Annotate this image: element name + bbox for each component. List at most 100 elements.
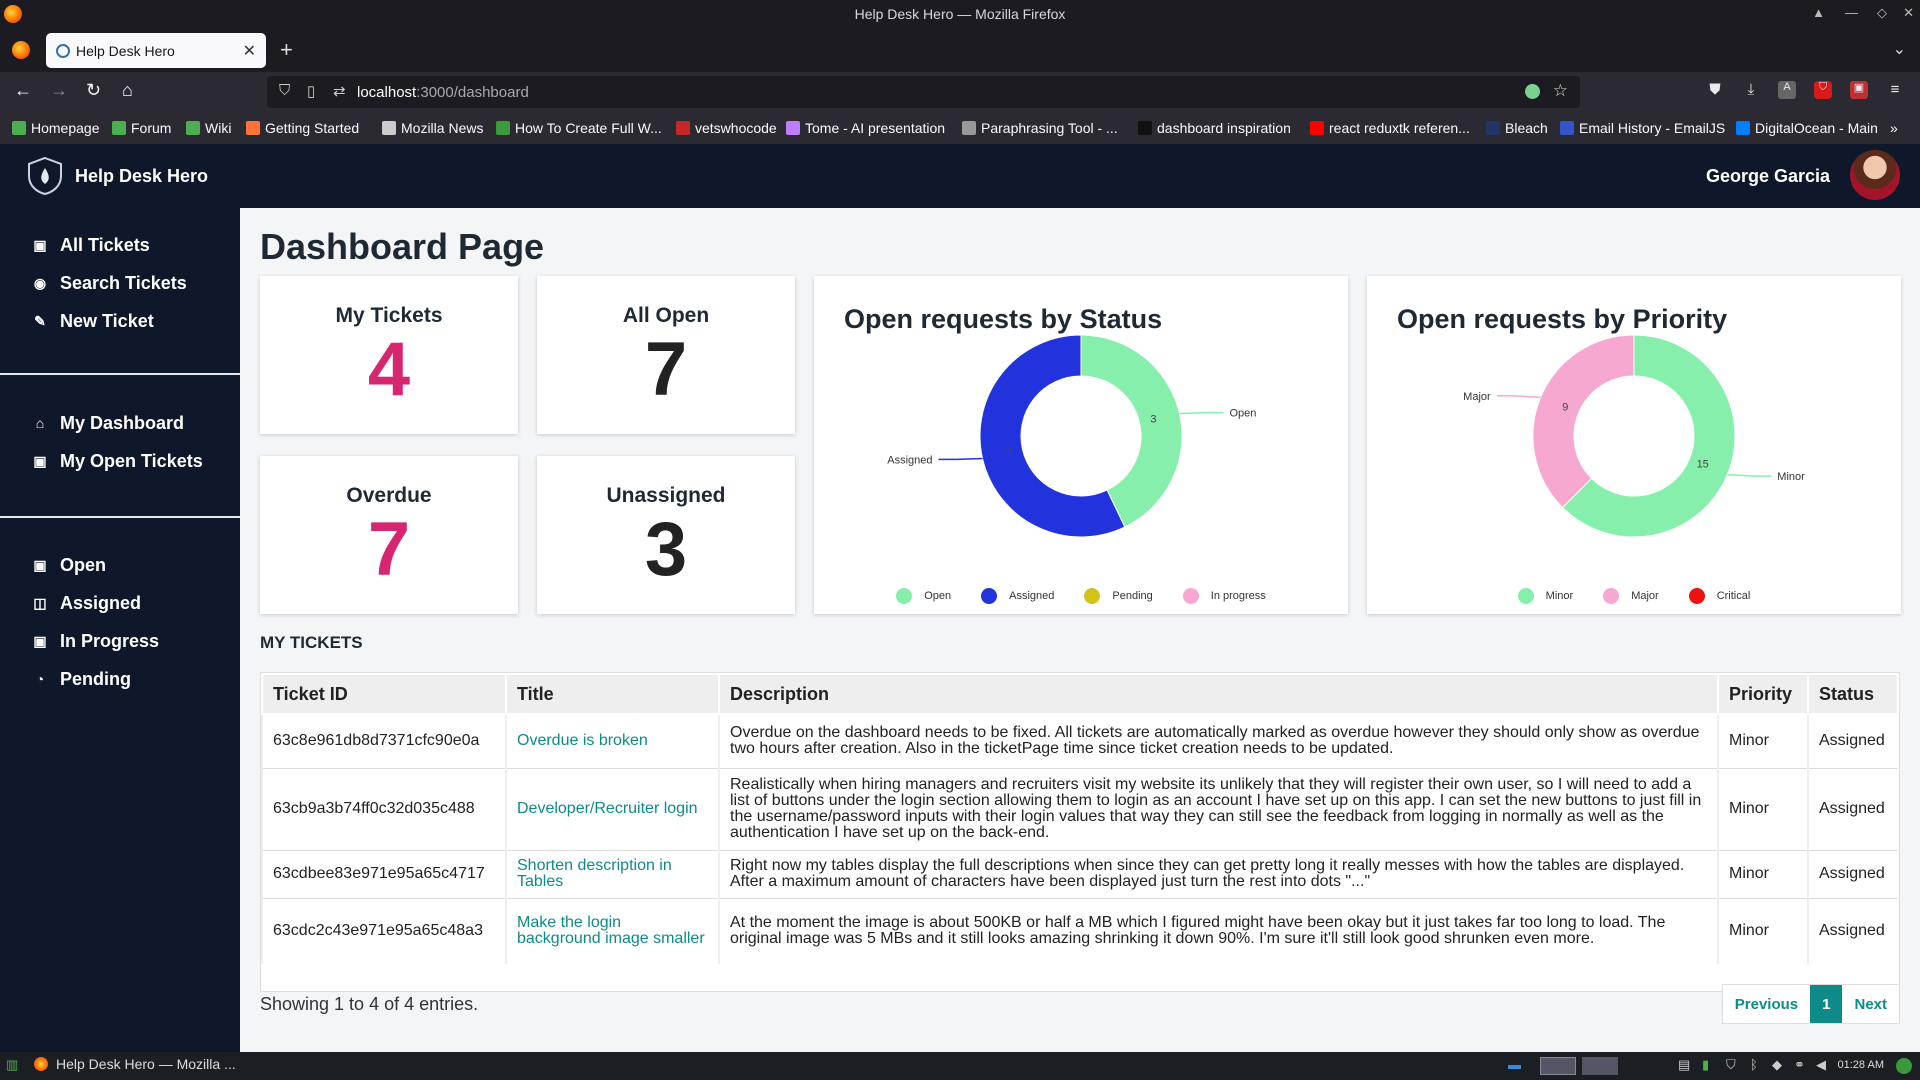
legend-item[interactable]: Assigned <box>981 588 1054 604</box>
sidebar-divider <box>0 373 240 375</box>
sidebar-item-open[interactable]: ▣ Open <box>0 546 240 584</box>
bookmark-item[interactable]: How To Create Full W... <box>496 120 662 136</box>
workspace-1-icon[interactable] <box>1540 1057 1576 1075</box>
table-row[interactable]: 63cdc2c43e971e95a65c48a3 Make the login b… <box>261 897 1898 964</box>
clock[interactable]: 01:28 AM <box>1838 1059 1884 1071</box>
sidebar-item-new-ticket[interactable]: ✎ New Ticket <box>0 302 240 340</box>
page-icon[interactable]: ▯ <box>307 82 315 100</box>
battery-icon[interactable]: ▮ <box>1702 1057 1709 1073</box>
legend-item[interactable]: Critical <box>1688 588 1750 604</box>
bookmark-item[interactable]: Tome - AI presentation <box>786 120 945 136</box>
legend-item[interactable]: In progress <box>1182 588 1266 604</box>
bookmark-favicon-icon <box>1486 121 1500 135</box>
user-name[interactable]: George Garcia <box>1706 166 1830 187</box>
bookmark-item[interactable]: Getting Started <box>246 120 359 136</box>
start-menu-icon[interactable]: ▥ <box>6 1057 18 1073</box>
more-bookmarks-icon[interactable]: » <box>1890 120 1898 136</box>
ticket-title-link[interactable]: Shorten description in Tables <box>505 849 719 898</box>
legend-item[interactable]: Major <box>1603 588 1659 604</box>
home-browser-icon[interactable]: ⌂ <box>122 80 133 101</box>
sidebar-item-assigned[interactable]: ◫ Assigned <box>0 584 240 622</box>
new-tab-icon[interactable]: + <box>280 37 293 63</box>
list-tabs-icon[interactable]: ⌄ <box>1893 39 1906 59</box>
sidebar-item-in-progress[interactable]: ▣ In Progress <box>0 622 240 660</box>
notes-icon[interactable]: ▤ <box>1678 1057 1690 1073</box>
bookmark-item[interactable]: Email History - EmailJS <box>1560 120 1725 136</box>
next-page-button[interactable]: Next <box>1842 985 1899 1023</box>
sidebar-item-my-dashboard[interactable]: ⌂ My Dashboard <box>0 404 240 442</box>
bookmark-item[interactable]: react reduxtk referen... <box>1310 120 1470 136</box>
stat-card-unassigned[interactable]: Unassigned 3 <box>537 456 795 614</box>
sidebar-item-search-tickets[interactable]: ◉ Search Tickets <box>0 264 240 302</box>
extension-lens-icon[interactable] <box>1525 84 1540 99</box>
column-header[interactable]: Title <box>505 673 720 715</box>
donut-slice-major[interactable] <box>1532 334 1635 509</box>
table-row[interactable]: 63cdbee83e971e95a65c4717 Shorten descript… <box>261 849 1898 898</box>
bookmark-item[interactable]: Homepage <box>12 120 100 136</box>
wifi-icon[interactable]: ◆ <box>1772 1057 1782 1073</box>
update-icon[interactable] <box>1896 1058 1912 1074</box>
restore-icon[interactable]: ◇ <box>1877 5 1887 21</box>
sidebar-item-label: New Ticket <box>60 310 154 331</box>
previous-page-button[interactable]: Previous <box>1723 985 1810 1023</box>
legend-item[interactable]: Pending <box>1084 588 1153 604</box>
workspace-icon[interactable]: ▬ <box>1508 1057 1521 1072</box>
ublock-icon[interactable]: ⛉ <box>1814 81 1832 99</box>
app-brand[interactable]: Help Desk Hero <box>75 166 208 187</box>
bookmark-item[interactable]: Bleach <box>1486 120 1548 136</box>
site-permissions-icon[interactable]: ⇄ <box>333 82 346 100</box>
extension-a-icon[interactable]: A <box>1778 81 1796 99</box>
reload-icon[interactable]: ↻ <box>86 80 101 101</box>
tracking-protection-icon[interactable]: ⛉ <box>279 82 290 99</box>
bookmark-item[interactable]: Mozilla News <box>382 120 483 136</box>
bookmark-item[interactable]: Wiki <box>186 120 231 136</box>
close-window-icon[interactable]: ✕ <box>1903 5 1914 21</box>
column-header[interactable]: Status <box>1807 673 1899 715</box>
ticket-title-link[interactable]: Make the login background image smaller <box>505 897 719 964</box>
sidebar-item-my-open-tickets[interactable]: ▣ My Open Tickets <box>0 442 240 480</box>
url-text[interactable]: localhost:3000/dashboard <box>357 84 529 101</box>
link-icon[interactable]: ⚭ <box>1794 1057 1805 1073</box>
forward-icon[interactable]: → <box>50 80 68 101</box>
extension-red-icon[interactable]: ▣ <box>1850 81 1868 99</box>
downloads-icon[interactable]: ⤓ <box>1742 81 1760 99</box>
column-header[interactable]: Ticket ID <box>261 673 507 715</box>
bookmark-item[interactable]: DigitalOcean - Main <box>1736 120 1878 136</box>
legend-item[interactable]: Minor <box>1517 588 1573 604</box>
tab-close-icon[interactable]: ✕ <box>243 41 256 61</box>
firefox-view-icon[interactable] <box>12 41 30 59</box>
bluetooth-icon[interactable]: ᛒ <box>1750 1057 1758 1072</box>
url-bar[interactable]: ⛉ ▯ ⇄ localhost:3000/dashboard ☆ <box>267 76 1580 108</box>
table-row[interactable]: 63cb9a3b74ff0c32d035c488 Developer/Recrui… <box>261 767 1898 850</box>
bookmark-item[interactable]: Forum <box>112 120 171 136</box>
app-menu-icon[interactable]: ≡ <box>1886 81 1904 99</box>
workspace-2-icon[interactable] <box>1582 1057 1618 1075</box>
bookmark-item[interactable]: vetswhocode <box>676 120 777 136</box>
window-up-icon[interactable]: ▲ <box>1812 5 1825 20</box>
avatar[interactable] <box>1850 150 1900 200</box>
sidebar-item-pending[interactable]: ◔ Pending <box>0 660 240 698</box>
taskbar-firefox-app[interactable]: Help Desk Hero — Mozilla ... <box>34 1056 236 1072</box>
pocket-icon[interactable]: ⛊ <box>1706 81 1724 99</box>
stat-card-overdue[interactable]: Overdue 7 <box>260 456 518 614</box>
column-header[interactable]: Priority <box>1717 673 1809 715</box>
ticket-title-link[interactable]: Developer/Recruiter login <box>505 767 719 850</box>
page-1-button[interactable]: 1 <box>1810 985 1843 1023</box>
bookmark-item[interactable]: Paraphrasing Tool - ... <box>962 120 1118 136</box>
stat-card-my-tickets[interactable]: My Tickets 4 <box>260 276 518 434</box>
volume-icon[interactable]: ◀ <box>1816 1057 1826 1073</box>
description-cell: At the moment the image is about 500KB o… <box>718 897 1718 964</box>
ticket-title-link[interactable]: Overdue is broken <box>505 713 719 768</box>
bookmark-star-icon[interactable]: ☆ <box>1553 81 1568 101</box>
stat-card-all-open[interactable]: All Open 7 <box>537 276 795 434</box>
back-icon[interactable]: ← <box>14 80 32 101</box>
legend-item[interactable]: Open <box>896 588 951 604</box>
bookmark-item[interactable]: dashboard inspiration <box>1138 120 1291 136</box>
minimize-icon[interactable]: — <box>1845 5 1858 20</box>
table-row[interactable]: 63c8e961db8d7371cfc90e0a Overdue is broke… <box>261 713 1898 768</box>
column-header[interactable]: Description <box>718 673 1719 715</box>
tab-help-desk-hero[interactable]: Help Desk Hero ✕ <box>46 33 266 68</box>
sidebar-item-all-tickets[interactable]: ▣ All Tickets <box>0 226 240 264</box>
shield-tray-icon[interactable]: ⛉ <box>1726 1057 1736 1073</box>
page-title: Dashboard Page <box>260 226 545 267</box>
